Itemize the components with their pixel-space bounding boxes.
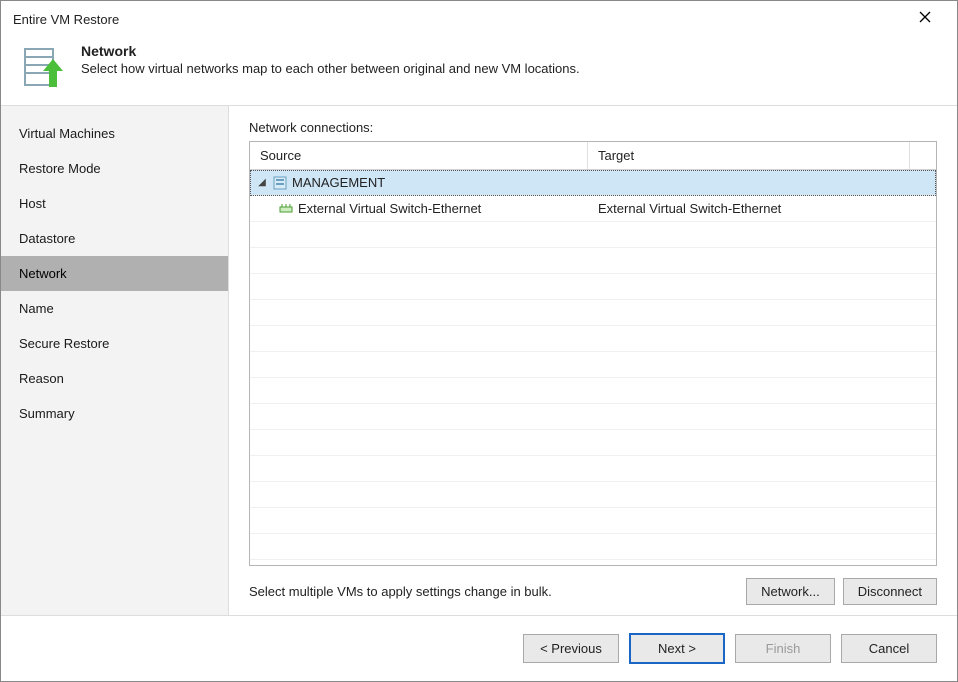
wizard-steps-sidebar: Virtual Machines Restore Mode Host Datas… bbox=[1, 106, 229, 615]
table-row-empty bbox=[250, 482, 936, 508]
network-button[interactable]: Network... bbox=[746, 578, 835, 605]
table-row[interactable]: ◢ MANAGEMENT bbox=[250, 170, 936, 196]
cell-source-text: External Virtual Switch-Ethernet bbox=[298, 201, 481, 216]
sidebar-item-network[interactable]: Network bbox=[1, 256, 228, 291]
sidebar-item-summary[interactable]: Summary bbox=[1, 396, 228, 431]
window-title: Entire VM Restore bbox=[13, 12, 119, 27]
sidebar-item-name[interactable]: Name bbox=[1, 291, 228, 326]
wizard-header: Network Select how virtual networks map … bbox=[1, 37, 957, 105]
wizard-body: Virtual Machines Restore Mode Host Datas… bbox=[1, 105, 957, 615]
network-switch-icon bbox=[278, 201, 294, 217]
table-row-empty bbox=[250, 326, 936, 352]
table-row-empty bbox=[250, 274, 936, 300]
table-row-empty bbox=[250, 378, 936, 404]
grid-footer: Select multiple VMs to apply settings ch… bbox=[249, 578, 937, 605]
network-grid[interactable]: Source Target ◢ MANAGEMENT bbox=[249, 141, 937, 566]
table-row-empty bbox=[250, 404, 936, 430]
cell-target: External Virtual Switch-Ethernet bbox=[588, 201, 936, 216]
cell-source: External Virtual Switch-Ethernet bbox=[250, 201, 588, 217]
page-title: Network bbox=[81, 43, 580, 59]
column-target[interactable]: Target bbox=[588, 142, 910, 169]
table-row-empty bbox=[250, 534, 936, 560]
table-row-empty bbox=[250, 222, 936, 248]
host-icon bbox=[272, 175, 288, 191]
cell-source: ◢ MANAGEMENT bbox=[250, 175, 588, 191]
close-icon bbox=[919, 10, 931, 28]
sidebar-item-host[interactable]: Host bbox=[1, 186, 228, 221]
sidebar-item-reason[interactable]: Reason bbox=[1, 361, 228, 396]
sidebar-item-restore-mode[interactable]: Restore Mode bbox=[1, 151, 228, 186]
table-row-empty bbox=[250, 430, 936, 456]
sidebar-item-datastore[interactable]: Datastore bbox=[1, 221, 228, 256]
table-row-empty bbox=[250, 248, 936, 274]
table-row-empty bbox=[250, 456, 936, 482]
header-text: Network Select how virtual networks map … bbox=[81, 43, 580, 76]
title-bar: Entire VM Restore bbox=[1, 1, 957, 37]
column-source[interactable]: Source bbox=[250, 142, 588, 169]
table-row[interactable]: External Virtual Switch-Ethernet Externa… bbox=[250, 196, 936, 222]
cell-source-text: MANAGEMENT bbox=[292, 175, 385, 190]
dialog-window: Entire VM Restore Network Select how vir… bbox=[0, 0, 958, 682]
page-subtitle: Select how virtual networks map to each … bbox=[81, 61, 580, 76]
cancel-button[interactable]: Cancel bbox=[841, 634, 937, 663]
section-label: Network connections: bbox=[249, 120, 937, 135]
expand-icon[interactable]: ◢ bbox=[256, 177, 268, 188]
table-row-empty bbox=[250, 508, 936, 534]
finish-button: Finish bbox=[735, 634, 831, 663]
next-button[interactable]: Next > bbox=[629, 633, 725, 664]
grid-header: Source Target bbox=[250, 142, 936, 170]
disconnect-button[interactable]: Disconnect bbox=[843, 578, 937, 605]
bulk-hint: Select multiple VMs to apply settings ch… bbox=[249, 584, 738, 599]
close-button[interactable] bbox=[905, 1, 945, 37]
content-panel: Network connections: Source Target ◢ bbox=[229, 106, 957, 615]
grid-body: ◢ MANAGEMENT bbox=[250, 170, 936, 565]
sidebar-item-virtual-machines[interactable]: Virtual Machines bbox=[1, 116, 228, 151]
wizard-footer: < Previous Next > Finish Cancel bbox=[1, 615, 957, 681]
sidebar-item-secure-restore[interactable]: Secure Restore bbox=[1, 326, 228, 361]
table-row-empty bbox=[250, 352, 936, 378]
previous-button[interactable]: < Previous bbox=[523, 634, 619, 663]
restore-icon bbox=[19, 43, 67, 91]
column-spacer bbox=[910, 142, 936, 169]
table-row-empty bbox=[250, 300, 936, 326]
